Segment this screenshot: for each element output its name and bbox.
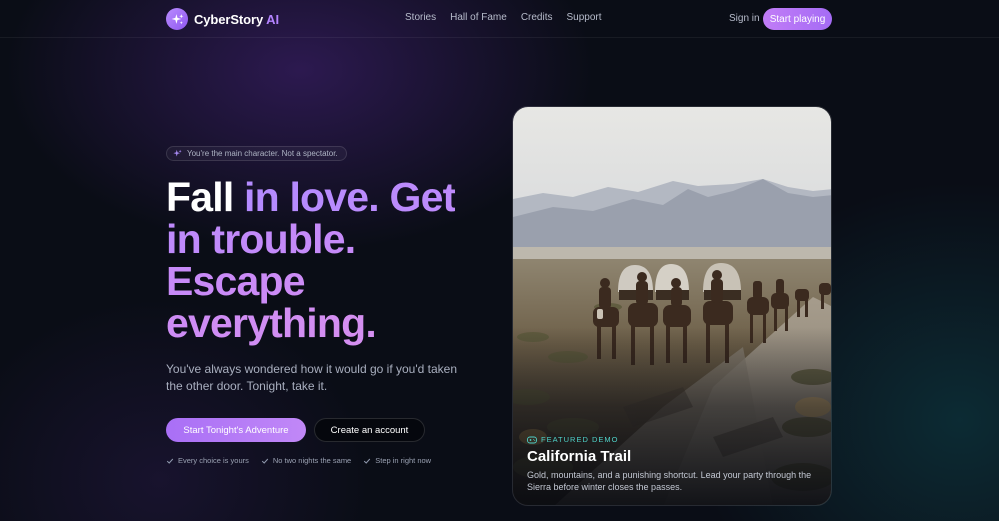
sign-in-link[interactable]: Sign in — [729, 13, 760, 24]
tagline-text: You're the main character. Not a spectat… — [187, 149, 338, 158]
nav-link-support[interactable]: Support — [567, 12, 602, 23]
card-description: Gold, mountains, and a punishing shortcu… — [527, 470, 812, 492]
nav-links: Stories Hall of Fame Credits Support — [405, 12, 602, 23]
gamepad-icon — [527, 436, 537, 444]
featured-text: Featured Demo — [541, 435, 619, 444]
top-nav: CyberStory AI Stories Hall of Fame Credi… — [0, 0, 999, 38]
check-icon — [363, 457, 371, 465]
check-text: Step in right now — [375, 456, 432, 465]
hero-headline: Fall in love. Get in trouble. Escape eve… — [166, 176, 496, 344]
check-item: No two nights the same — [261, 456, 351, 465]
create-account-button[interactable]: Create an account — [314, 418, 425, 442]
featured-label: Featured Demo — [527, 435, 618, 444]
check-icon — [166, 457, 174, 465]
nav-link-credits[interactable]: Credits — [521, 12, 553, 23]
feature-checks: Every choice is yours No two nights the … — [166, 456, 431, 465]
check-text: No two nights the same — [272, 456, 352, 465]
start-playing-button[interactable]: Start playing — [763, 8, 832, 30]
sparkles-icon — [173, 149, 182, 158]
check-item: Step in right now — [363, 456, 431, 465]
check-text: Every choice is yours — [178, 456, 249, 465]
sparkles-icon — [166, 8, 188, 30]
hero-subtext: You've always wondered how it would go i… — [166, 362, 457, 393]
brand[interactable]: CyberStory AI — [166, 8, 279, 30]
card-overlay — [513, 107, 831, 505]
check-item: Every choice is yours — [166, 456, 249, 465]
card-title: California Trail — [527, 448, 632, 465]
nav-link-stories[interactable]: Stories — [405, 12, 436, 23]
headline-white: Fall — [166, 174, 234, 220]
featured-story-card[interactable]: Featured Demo California Trail Gold, mou… — [512, 106, 832, 506]
tagline-badge: You're the main character. Not a spectat… — [166, 146, 347, 161]
nav-link-hall-of-fame[interactable]: Hall of Fame — [450, 12, 507, 23]
check-icon — [261, 457, 269, 465]
start-adventure-button[interactable]: Start Tonight's Adventure — [166, 418, 306, 442]
brand-name: CyberStory — [194, 11, 264, 27]
brand-accent: AI — [266, 11, 280, 27]
